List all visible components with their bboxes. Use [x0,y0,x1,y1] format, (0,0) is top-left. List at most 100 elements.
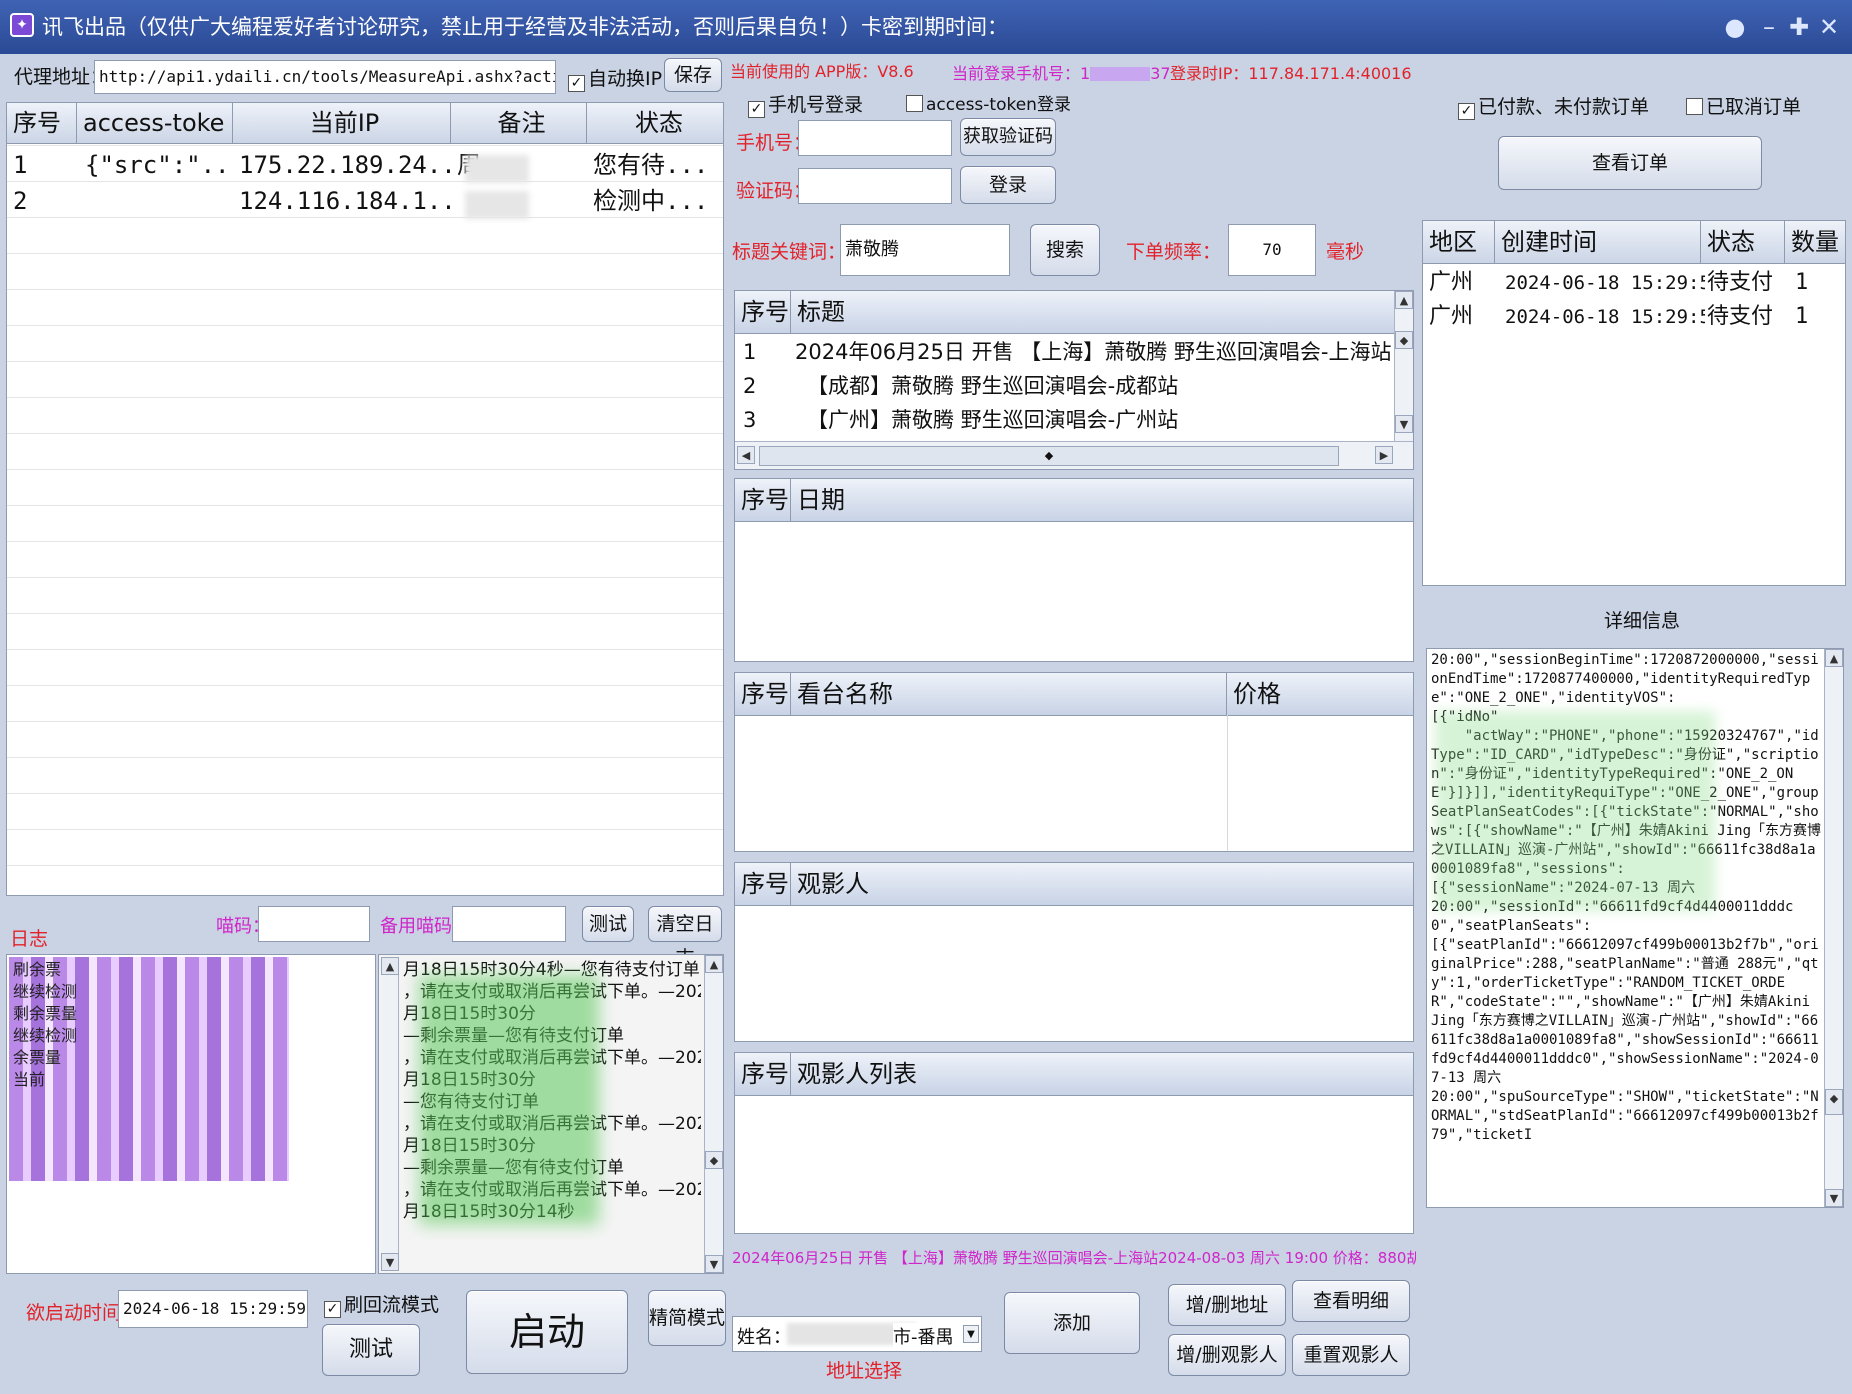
scroll-up-icon[interactable]: ▲ [381,957,399,975]
titles-hscroll[interactable]: ◀ ◆ ▶ [735,441,1413,469]
col-index[interactable]: 序号 [735,479,791,521]
login-phone-tail: 37 [1150,64,1171,83]
auto-ip-checkbox[interactable]: ✓ 自动换IP [568,64,662,92]
scroll-right-icon[interactable]: ▶ [1375,446,1393,464]
token-login-label: access-token登录 [926,95,1071,115]
compact-mode-button[interactable]: 精简模式 [648,1290,726,1346]
name-select[interactable]: 姓名： 市-番禺 ▼ [732,1316,982,1352]
get-code-button[interactable]: 获取验证码 [960,118,1056,156]
phone-login-checkbox[interactable]: ✓ 手机号登录 [748,90,863,118]
cancelled-orders-checkbox[interactable]: 已取消订单 [1686,92,1801,119]
checkbox-unchecked-icon [1686,98,1703,115]
close-icon[interactable]: ✕ [1814,12,1844,42]
scroll-down-icon[interactable]: ▼ [705,1255,723,1273]
address-select-label[interactable]: 地址选择 [826,1356,902,1383]
col-current-ip[interactable]: 当前IP [233,103,451,143]
token-login-checkbox[interactable]: access-token登录 [906,90,1071,115]
phone-input[interactable] [798,120,952,156]
start-time-input[interactable]: 2024-06-18 15:29:59 [118,1290,308,1328]
titles-table-header: 序号 标题 [735,291,1395,334]
test-button[interactable]: 测试 [322,1324,420,1376]
scroll-up-icon[interactable]: ▲ [1395,291,1413,309]
col-created-time[interactable]: 创建时间 [1495,221,1701,263]
scroll-thumb[interactable]: ◆ [705,1151,723,1169]
log-right-panel[interactable]: ▲ ▼ 月18日15时30分4秒—您有待支付订单 ，请在支付或取消后再尝试下单。… [378,954,724,1274]
col-quantity[interactable]: 数量 [1785,221,1845,263]
reset-viewer-button[interactable]: 重置观影人 [1292,1334,1410,1376]
col-index[interactable]: 序号 [735,673,791,715]
titles-table: 序号 标题 1 2024年06月25日 开售 【上海】萧敬腾 野生巡回演唱会-上海… [734,290,1414,470]
flow-mode-label: 刷回流模式 [344,1294,440,1316]
scroll-thumb[interactable]: ◆ [1395,331,1413,349]
col-index[interactable]: 序号 [7,103,77,143]
list-item[interactable]: 2 【成都】萧敬腾 野生巡回演唱会-成都站 [737,369,1377,403]
chevron-down-icon[interactable]: ▼ [963,1325,979,1343]
cell-status: 您有待... [593,151,709,179]
redacted-block [1090,67,1151,81]
col-price[interactable]: 价格 [1227,673,1413,715]
col-remark[interactable]: 备注 [451,103,587,143]
detail-panel[interactable]: 20:00","sessionBeginTime":1720872000000,… [1426,648,1844,1208]
col-index[interactable]: 序号 [735,863,791,905]
minimize-icon[interactable]: – [1754,12,1784,42]
code-input[interactable] [798,168,952,204]
scroll-down-icon[interactable]: ▼ [381,1253,399,1271]
maximize-icon[interactable]: ✚ [1784,12,1814,42]
scroll-thumb[interactable]: ◆ [759,446,1339,466]
captcha-test-button[interactable]: 测试 [582,906,634,942]
cell-time: 2024-06-18 15:29:55 [1505,306,1705,328]
keyword-input[interactable]: 萧敬腾 [840,224,1010,276]
name-value: 市-番禺 [893,1323,954,1349]
save-button[interactable]: 保存 [664,58,722,92]
col-status[interactable]: 状态 [587,103,723,143]
view-detail-button[interactable]: 查看明细 [1292,1280,1410,1322]
list-item[interactable]: 3 【广州】萧敬腾 野生巡回演唱会-广州站 [737,403,1377,437]
flow-mode-checkbox[interactable]: ✓ 刷回流模式 [324,1290,439,1318]
phone-login-label: 手机号登录 [768,94,864,116]
address-edit-button[interactable]: 增/删地址 [1168,1284,1286,1326]
start-button[interactable]: 启动 [466,1290,628,1374]
scroll-down-icon[interactable]: ▼ [1395,415,1413,433]
scroll-left-icon[interactable]: ◀ [737,446,755,464]
proxy-address-input[interactable]: http://api1.ydaili.cn/tools/MeasureApi.a… [94,60,556,94]
app-version: 当前使用的 APP版：V8.6 [730,62,914,81]
scroll-thumb[interactable]: ◆ [1825,1089,1843,1115]
col-index[interactable]: 序号 [735,1053,791,1095]
login-button[interactable]: 登录 [960,166,1056,204]
cell-quantity: 1 [1795,304,1809,329]
col-access-token[interactable]: access-toke [77,103,233,143]
scroll-down-icon[interactable]: ▼ [1825,1189,1843,1207]
accounts-table: 序号 access-toke 当前IP 备注 状态 1 {"src":"... … [6,102,724,896]
paid-orders-label: 已付款、未付款订单 [1478,96,1650,118]
scroll-up-icon[interactable]: ▲ [1825,649,1843,667]
view-orders-button[interactable]: 查看订单 [1498,136,1762,190]
log-vscroll[interactable]: ▲ ◆ ▼ [704,955,723,1273]
col-viewer[interactable]: 观影人 [791,863,1391,905]
scroll-up-icon[interactable]: ▲ [705,955,723,973]
list-item[interactable]: 1 2024年06月25日 开售 【上海】萧敬腾 野生巡回演唱会-上海站 [737,335,1392,369]
log-line: 余票量 [13,1048,62,1067]
col-stand-name[interactable]: 看台名称 [791,673,1227,715]
keyword-label: 标题关键词： [732,241,847,263]
cell-title: 【成都】萧敬腾 野生巡回演唱会-成都站 [807,374,1179,398]
col-title[interactable]: 标题 [791,291,1391,333]
col-region[interactable]: 地区 [1423,221,1495,263]
clear-log-button[interactable]: 清空日志 [648,906,722,969]
user-icon[interactable]: ● [1720,12,1750,42]
cell-quantity: 1 [1795,270,1809,295]
add-button[interactable]: 添加 [1004,1292,1140,1354]
backup-captcha-input[interactable] [452,906,566,942]
col-index[interactable]: 序号 [735,291,791,333]
captcha-input[interactable] [258,906,370,942]
viewer-edit-button[interactable]: 增/删观影人 [1168,1334,1286,1376]
search-button[interactable]: 搜索 [1030,224,1100,276]
col-date[interactable]: 日期 [791,479,1391,521]
log-left-scroll[interactable]: ▲ ▼ [381,957,399,1271]
col-status[interactable]: 状态 [1701,221,1785,263]
freq-input[interactable]: 70 [1228,224,1316,276]
col-viewer-list[interactable]: 观影人列表 [791,1053,1391,1095]
paid-orders-checkbox[interactable]: ✓ 已付款、未付款订单 [1458,92,1649,120]
detail-vscroll[interactable]: ▲ ◆ ▼ [1824,649,1843,1207]
log-left-panel[interactable]: 刷余票 继续检测 剩余票量 继续检测 余票量 当前 [6,954,376,1274]
cell-time: 2024-06-18 15:29:58 [1505,272,1705,294]
